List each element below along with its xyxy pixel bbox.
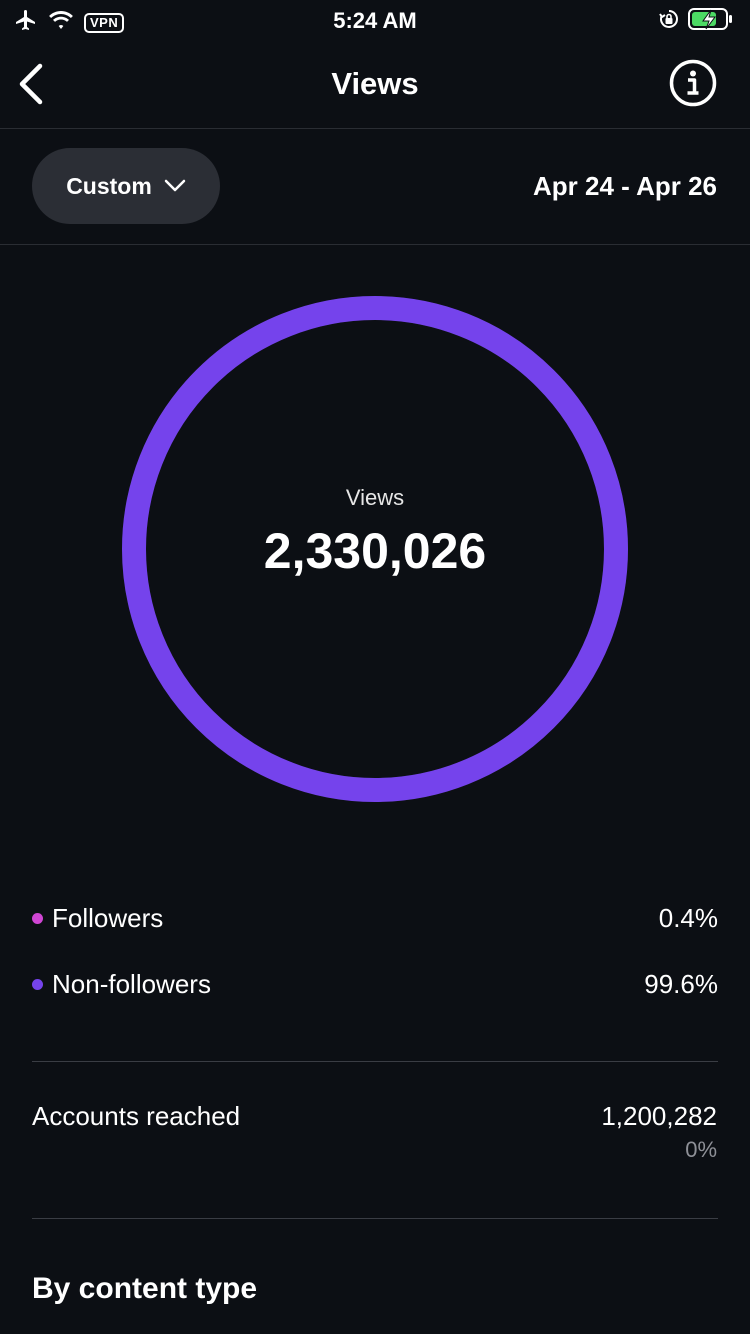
info-button[interactable]: [669, 59, 717, 107]
legend-row-followers: Followers 0.4%: [32, 898, 718, 938]
legend-value: 0.4%: [658, 902, 718, 933]
legend-label: Non-followers: [52, 968, 211, 999]
status-time: 5:24 AM: [333, 8, 417, 33]
status-bar: VPN 5:24 AM: [0, 0, 750, 40]
chevron-down-icon: [164, 179, 186, 192]
non-followers-dot: [32, 978, 43, 990]
section-title-content-type: By content type: [32, 1272, 258, 1305]
legend-label: Followers: [52, 902, 164, 933]
legend-left: Non-followers: [32, 969, 211, 1000]
filter-row: Custom Apr 24 - Apr 26: [0, 129, 750, 245]
page-title: Views: [331, 66, 419, 101]
date-range-text: Apr 24 - Apr 26: [533, 171, 717, 201]
accounts-reached-value: 1,200,282: [601, 1101, 717, 1131]
date-range-dropdown-label: Custom: [66, 172, 152, 199]
accounts-reached-change: 0%: [685, 1137, 717, 1162]
divider: [32, 1218, 718, 1219]
ring-label: Views: [345, 485, 405, 510]
followers-dot: [32, 912, 43, 924]
total-views-value: 2,330,026: [263, 523, 487, 579]
status-bar-right: [658, 7, 734, 36]
battery-charging-icon: [688, 7, 734, 36]
nav-bar: Views: [0, 40, 750, 129]
legend-left: Followers: [32, 903, 163, 934]
date-range-dropdown[interactable]: Custom: [32, 148, 220, 224]
orientation-lock-icon: [658, 8, 680, 35]
accounts-reached-label: Accounts reached: [32, 1101, 241, 1131]
views-insights-screen: VPN 5:24 AM Views Custom Apr 24 - Apr 26…: [0, 0, 750, 1334]
divider: [32, 1061, 718, 1062]
info-icon: [669, 59, 717, 107]
legend-value: 99.6%: [644, 968, 718, 999]
legend-row-non-followers: Non-followers 99.6%: [32, 964, 718, 1004]
